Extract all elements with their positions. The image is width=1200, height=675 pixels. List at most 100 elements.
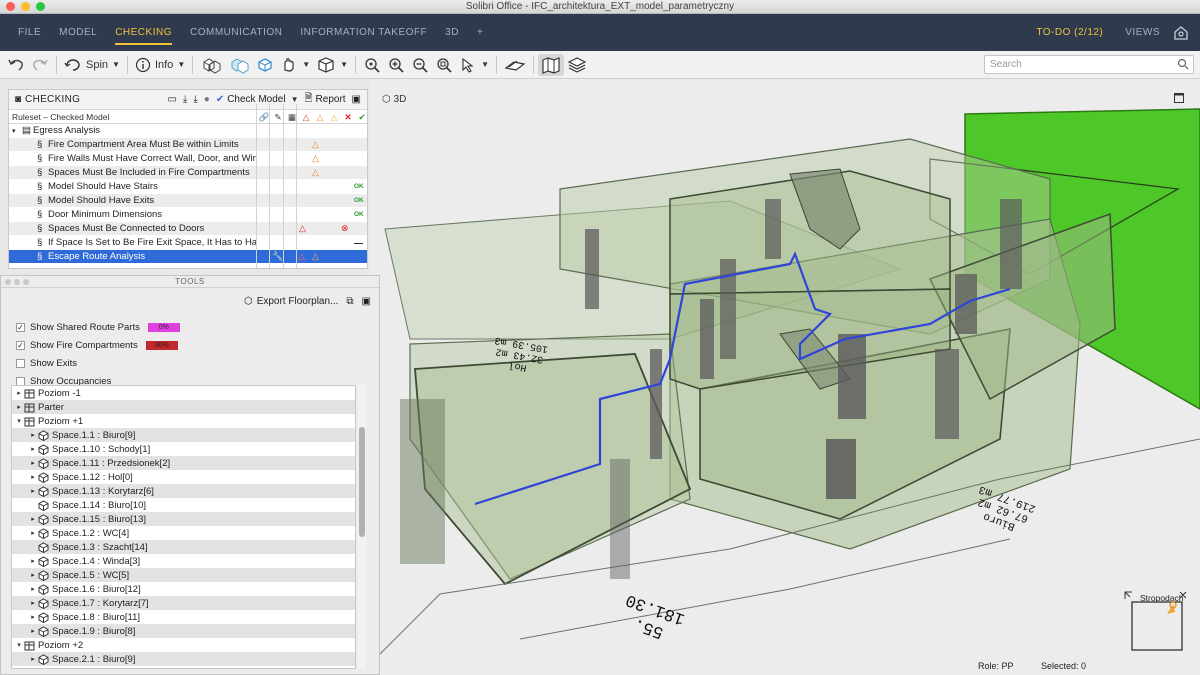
export-icon[interactable]: ⤓	[193, 94, 197, 105]
approved-column-icon[interactable]: ✔	[356, 112, 368, 123]
expand-arrow-icon[interactable]: ▸	[28, 571, 38, 579]
rule-row[interactable]: § Door Minimum Dimensions OK	[9, 208, 367, 222]
expand-arrow-icon[interactable]: ▸	[28, 515, 38, 523]
expand-arrow-icon[interactable]: ▸	[28, 487, 38, 495]
option-show-exits[interactable]: Show Exits	[1, 354, 379, 372]
expand-arrow-icon[interactable]: ▸	[28, 599, 38, 607]
maximize-viewport-icon[interactable]	[1174, 93, 1184, 106]
tree-space-item[interactable]: ▸ Space.1.7 : Korytarz[7]	[12, 596, 355, 610]
tree-space-item[interactable]: ▸ Space.1.6 : Biuro[12]	[12, 582, 355, 596]
open-external-icon[interactable]: ⧉	[346, 296, 353, 307]
zoom-selected-icon[interactable]	[432, 54, 456, 76]
ruleset-group-row[interactable]: ▾ ▤ Egress Analysis	[9, 124, 367, 138]
tree-floor-item[interactable]: ▸ Parter	[12, 400, 355, 414]
zoom-in-icon[interactable]	[384, 54, 408, 76]
user-avatar-icon[interactable]	[1170, 25, 1200, 40]
report-button[interactable]: 🗎 Report	[304, 91, 345, 108]
settings-icon[interactable]: ●	[204, 94, 210, 105]
expand-arrow-icon[interactable]: ▸	[28, 473, 38, 481]
todo-counter[interactable]: TO-DO (2/12)	[1024, 27, 1115, 38]
tree-space-item[interactable]: ▸ Space.1.13 : Korytarz[6]	[12, 484, 355, 498]
scrollbar-thumb[interactable]	[359, 427, 365, 537]
navigator-minimap[interactable]: Stropodach	[1123, 590, 1195, 655]
open-ruleset-icon[interactable]: ▭	[167, 94, 176, 105]
tree-floor-item[interactable]: ▸ Poziom -1	[12, 386, 355, 400]
check-model-button[interactable]: ✔ Check Model ▼	[216, 94, 299, 105]
expand-arrow-icon[interactable]: ▸	[28, 585, 38, 593]
collapse-arrow-icon[interactable]: ▾	[12, 127, 16, 135]
spin-button[interactable]: Spin ▼	[61, 54, 123, 76]
low-column-icon[interactable]: △	[328, 112, 340, 123]
tree-space-item[interactable]: ▸ Space.1.4 : Winda[3]	[12, 554, 355, 568]
tree-space-item[interactable]: ▸ Space.1.2 : WC[4]	[12, 526, 355, 540]
hide-components-icon[interactable]	[225, 54, 253, 76]
expand-arrow-icon[interactable]: ▸	[28, 445, 38, 453]
menu-item-3d[interactable]: 3D	[436, 14, 468, 51]
tree-space-item[interactable]: ▸ Space.1.12 : Hol[0]	[12, 470, 355, 484]
export-floorplan-button[interactable]: ⬡ Export Floorplan...	[244, 296, 338, 307]
tree-space-item[interactable]: ▸ Space.1.9 : Biuro[8]	[12, 624, 355, 638]
section-plane-icon[interactable]	[501, 54, 529, 76]
rule-row[interactable]: § Escape Route Analysis 🔧 △ △	[9, 250, 367, 264]
expand-arrow-icon[interactable]: ▸	[28, 557, 38, 565]
moderate-column-icon[interactable]: △	[314, 112, 326, 123]
tree-space-item[interactable]: ▸ Space.1.8 : Biuro[11]	[12, 610, 355, 624]
selection-mode-icon[interactable]: ▼	[456, 54, 492, 76]
checkbox[interactable]	[16, 358, 25, 368]
rule-row[interactable]: § Fire Walls Must Have Correct Wall, Door…	[9, 152, 367, 166]
rule-row[interactable]: § Model Should Have Stairs OK	[9, 180, 367, 194]
rule-row[interactable]: § Model Should Have Exits OK	[9, 194, 367, 208]
expand-arrow-icon[interactable]: ▸	[28, 529, 38, 537]
expand-arrow-icon[interactable]: ▸	[14, 403, 24, 411]
rule-row[interactable]: § Spaces Must Be Connected to Doors △ ⊗	[9, 222, 367, 236]
rule-row[interactable]: § If Space Is Set to Be Fire Exit Space, …	[9, 236, 367, 250]
building-model-render[interactable]: Hol 32.43 m2 105.39 m3 Biuro 67.62 m2 21…	[370, 79, 1200, 675]
redo-icon[interactable]	[28, 54, 52, 76]
rejected-column-icon[interactable]: ✕	[342, 112, 354, 123]
menu-item-checking[interactable]: CHECKING	[106, 14, 181, 51]
critical-column-icon[interactable]: △	[300, 112, 312, 123]
isolate-components-icon[interactable]	[253, 54, 277, 76]
zoom-fit-icon[interactable]	[360, 54, 384, 76]
viewport-3d[interactable]: Hol 32.43 m2 105.39 m3 Biuro 67.62 m2 21…	[370, 79, 1200, 675]
search-input[interactable]: Search	[984, 55, 1194, 74]
layers-icon[interactable]	[564, 54, 590, 76]
panel-window-controls[interactable]	[5, 279, 29, 285]
zoom-window-button[interactable]	[36, 2, 45, 11]
info-button[interactable]: Info ▼	[132, 54, 188, 76]
checkbox[interactable]: ✓	[16, 340, 25, 350]
undo-icon[interactable]	[4, 54, 28, 76]
import-icon[interactable]: ⤓	[183, 94, 187, 105]
visibility-hand-icon[interactable]: ▼	[277, 54, 313, 76]
views-menu[interactable]: VIEWS	[1115, 27, 1170, 38]
expand-arrow-icon[interactable]: ▸	[14, 389, 24, 397]
tree-floor-item[interactable]: ▾ Poziom +1	[12, 414, 355, 428]
rule-row[interactable]: § Spaces Must Be Included in Fire Compart…	[9, 166, 367, 180]
expand-arrow-icon[interactable]: ▸	[28, 459, 38, 467]
zoom-out-icon[interactable]	[408, 54, 432, 76]
minimize-window-button[interactable]	[21, 2, 30, 11]
menu-item-information-takeoff[interactable]: INFORMATION TAKEOFF	[291, 14, 436, 51]
expand-arrow-icon[interactable]: ▸	[28, 655, 38, 663]
expand-arrow-icon[interactable]: ▾	[14, 641, 24, 649]
expand-arrow-icon[interactable]: ▸	[28, 613, 38, 621]
menu-item-model[interactable]: MODEL	[50, 14, 106, 51]
expand-arrow-icon[interactable]: ▾	[14, 417, 24, 425]
show-all-components-icon[interactable]	[197, 54, 225, 76]
menu-item-communication[interactable]: COMMUNICATION	[181, 14, 291, 51]
close-window-button[interactable]	[6, 2, 15, 11]
option-show-shared-route-parts[interactable]: ✓ Show Shared Route Parts 0%	[1, 318, 379, 336]
tree-space-item[interactable]: Space.1.3 : Szacht[14]	[12, 540, 355, 554]
tree-space-item[interactable]: Space.1.14 : Biuro[10]	[12, 498, 355, 512]
menu-item-file[interactable]: FILE	[9, 14, 50, 51]
maximize-panel-icon[interactable]: ▣	[352, 94, 361, 105]
add-tab-button[interactable]: +	[468, 14, 492, 51]
tree-space-item[interactable]: ▸ Space.1.11 : Przedsionek[2]	[12, 456, 355, 470]
tree-floor-item[interactable]: ▾ Poziom +2	[12, 638, 355, 652]
view-cube-icon[interactable]: ▼	[313, 54, 351, 76]
tree-space-item[interactable]: ▸ Space.1.1 : Biuro[9]	[12, 428, 355, 442]
maximize-tools-icon[interactable]: ▣	[362, 296, 371, 307]
tree-space-item[interactable]: ▸ Space.1.5 : WC[5]	[12, 568, 355, 582]
expand-arrow-icon[interactable]: ▸	[28, 627, 38, 635]
floorplan-map-icon[interactable]	[538, 53, 564, 76]
